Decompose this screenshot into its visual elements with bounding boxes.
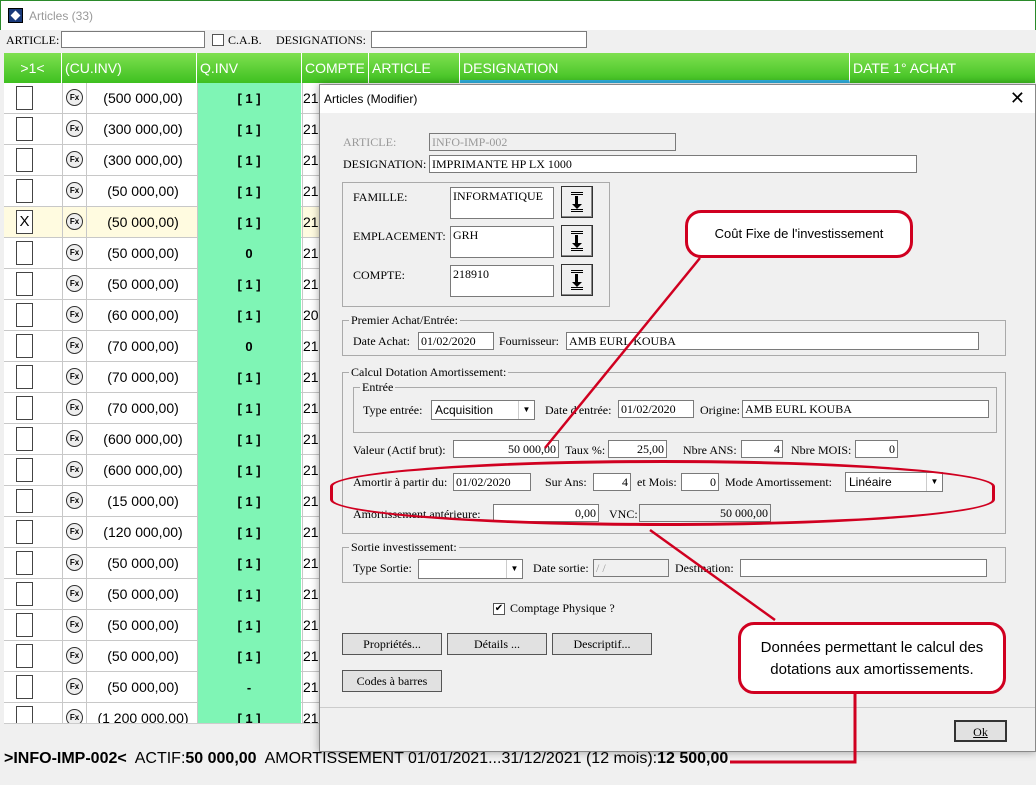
callout-cout-fixe: Coût Fixe de l'investissement [685, 210, 913, 258]
callout-donnees: Données permettant le calcul des dotatio… [738, 622, 1006, 694]
